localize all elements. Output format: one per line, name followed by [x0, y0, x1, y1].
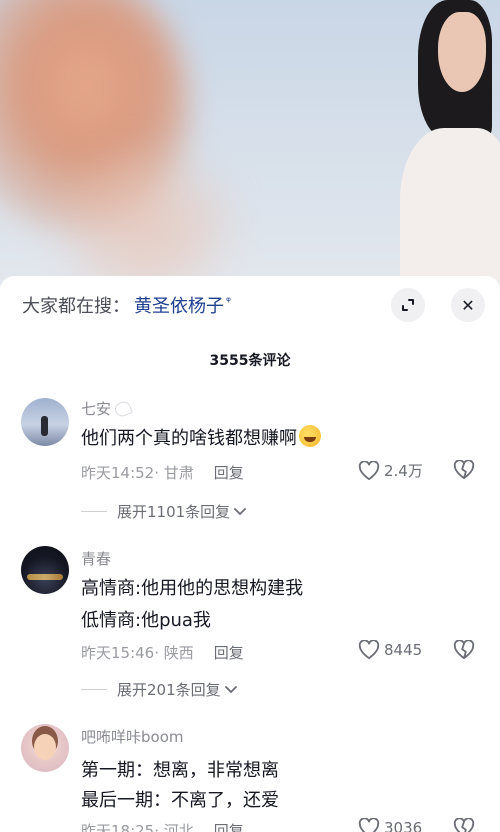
comment-text-line: 低情商:他pua我: [81, 610, 211, 631]
video-person: [390, 0, 500, 300]
search-icon: ᵠ: [226, 294, 231, 308]
comment-time: 昨天15:46: [81, 644, 155, 662]
like-count: 2.4万: [384, 462, 423, 480]
comment-meta: 昨天18:25 · 河北 回复: [81, 820, 244, 832]
avatar[interactable]: [21, 724, 69, 772]
like-count: 8445: [384, 641, 423, 659]
reply-button[interactable]: 回复: [214, 642, 244, 663]
heart-icon: [358, 818, 380, 832]
comment-location: · 陕西: [154, 644, 194, 662]
reply-button[interactable]: 回复: [214, 462, 244, 483]
close-button[interactable]: ✕: [451, 288, 485, 322]
comment-meta: 昨天15:46 · 陕西 回复: [81, 642, 244, 663]
comment-sheet: 大家都在搜： 黄圣依杨子 ᵠ ✕ 3555条评论 七安 他们两个真的啥钱都想赚啊…: [0, 276, 500, 832]
expand-divider: [81, 511, 107, 512]
video-background[interactable]: [0, 0, 500, 300]
broken-heart-icon: [453, 639, 475, 660]
comment-username[interactable]: 七安: [81, 398, 133, 419]
close-icon: ✕: [461, 295, 475, 315]
expand-replies-button[interactable]: 展开201条回复: [81, 679, 237, 700]
broken-heart-icon: [453, 817, 475, 832]
comment-username-text: 青春: [81, 550, 112, 568]
fan-badge-icon: [113, 399, 133, 418]
avatar[interactable]: [21, 398, 69, 446]
comment-time: 昨天14:52: [81, 464, 155, 482]
person-face: [438, 12, 486, 92]
trending-search-prefix: 大家都在搜：: [22, 296, 130, 317]
expand-divider: [81, 689, 107, 690]
comment-location: · 甘肃: [154, 464, 194, 482]
comment-text-line: 高情商:他用他的思想构建我: [81, 578, 304, 599]
like-button[interactable]: 8445: [358, 640, 422, 660]
expand-button[interactable]: [391, 288, 425, 322]
comment-username-text: 七安: [81, 400, 112, 418]
laughing-emoji-icon: [299, 425, 321, 447]
chevron-down-icon: [234, 505, 247, 519]
expand-replies-label: 展开201条回复: [117, 681, 221, 699]
comment-username[interactable]: 青春: [81, 548, 111, 569]
like-button[interactable]: 2.4万: [358, 460, 423, 481]
comment-username-text: 吧咘咩咔boom: [81, 728, 184, 746]
broken-heart-icon: [453, 459, 475, 480]
avatar[interactable]: [21, 546, 69, 594]
expand-replies-button[interactable]: 展开1101条回复: [81, 501, 247, 522]
expand-icon: [402, 299, 414, 311]
comment-text-line: 最后一期：不离了，还爱: [81, 790, 279, 811]
comment-meta: 昨天14:52 · 甘肃 回复: [81, 462, 244, 483]
like-button[interactable]: 3036: [358, 818, 422, 832]
comment-text-line: 第一期：想离，非常想离: [81, 760, 279, 781]
comment-username[interactable]: 吧咘咩咔boom: [81, 726, 184, 747]
dislike-button[interactable]: [453, 817, 475, 832]
dislike-button[interactable]: [453, 459, 475, 484]
heart-icon: [358, 460, 380, 480]
comment-time: 昨天18:25: [81, 822, 155, 832]
chevron-down-icon: [224, 683, 237, 697]
trending-search-term[interactable]: 黄圣依杨子: [134, 292, 224, 318]
comment-location: · 河北: [154, 822, 194, 832]
heart-icon: [358, 640, 380, 660]
person-dress: [400, 128, 500, 300]
comment-text-line: 他们两个真的啥钱都想赚啊: [81, 428, 297, 449]
comment-text: 他们两个真的啥钱都想赚啊: [81, 424, 321, 450]
reply-button[interactable]: 回复: [214, 820, 244, 832]
comment-count: 3555条评论: [209, 353, 291, 369]
trending-search[interactable]: 大家都在搜： 黄圣依杨子 ᵠ: [22, 290, 231, 320]
expand-replies-label: 展开1101条回复: [117, 503, 231, 521]
like-count: 3036: [384, 819, 423, 832]
dislike-button[interactable]: [453, 639, 475, 664]
